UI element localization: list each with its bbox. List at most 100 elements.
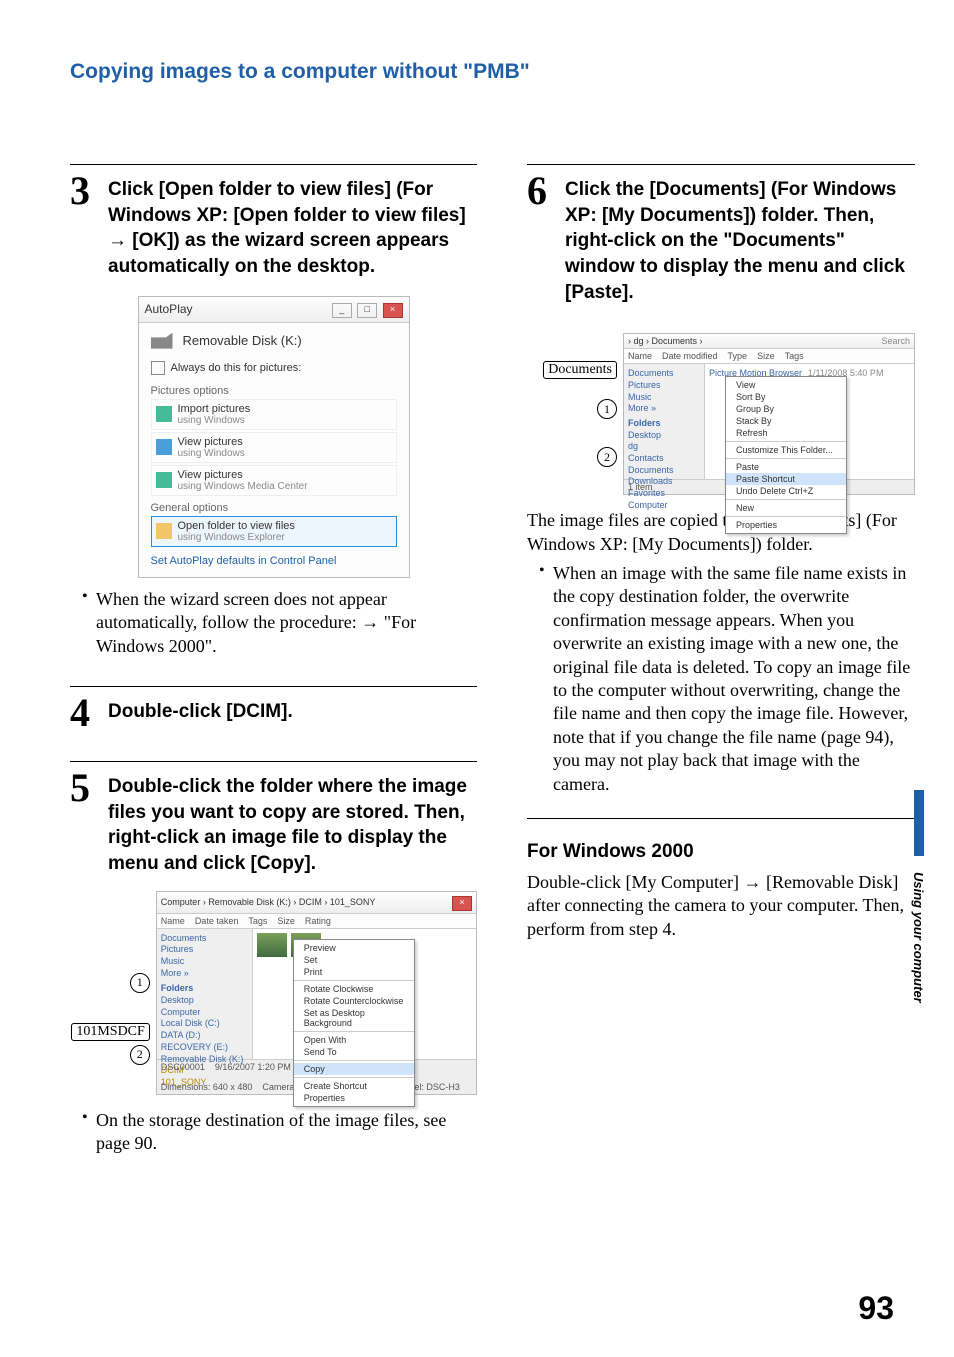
menu-item[interactable]: Stack By [726,415,846,427]
explorer-sidebar[interactable]: Documents Pictures Music More » Folders … [624,364,704,479]
bullet-icon: • [539,562,553,796]
media-center-icon [156,472,172,488]
body-part: Double-click [My Computer] [527,872,743,892]
menu-item[interactable]: Rotate Counterclockwise [294,995,414,1007]
menu-item[interactable]: Preview [294,942,414,954]
step-5: 5 Double-click the folder where the imag… [70,768,477,877]
callout-2: 2 [597,447,617,467]
maximize-button[interactable]: □ [357,303,377,318]
breadcrumb[interactable]: › dg › Documents › [628,336,703,346]
step-3: 3 Click [Open folder to view files] (For… [70,171,477,280]
section-heading: For Windows 2000 [527,841,915,863]
import-icon [156,406,172,422]
callout-1: 1 [597,399,617,419]
menu-item[interactable]: Refresh [726,427,846,439]
gallery-icon [156,439,172,455]
step-title-part: [OK]) as the wizard screen appears autom… [108,230,449,277]
menu-item[interactable]: Rotate Clockwise [294,983,414,995]
autoplay-option-open-folder[interactable]: Open folder to view files using Windows … [151,516,397,547]
context-menu[interactable]: View Sort By Group By Stack By Refresh C… [725,376,847,534]
step-number: 5 [70,768,108,808]
autoplay-option[interactable]: View pictures using Windows Media Center [151,465,397,496]
dialog-title: AutoPlay [145,302,193,316]
arrow-icon: → [108,230,127,251]
close-button[interactable]: × [383,303,403,318]
checkbox-label: Always do this for pictures: [171,362,302,374]
checkbox-icon[interactable] [151,361,165,375]
step-note: When an image with the same file name ex… [553,562,915,796]
autoplay-option[interactable]: Import pictures using Windows [151,399,397,430]
step-title: Double-click [DCIM]. [108,693,293,725]
menu-item[interactable]: Open With [294,1034,414,1046]
section-body: Double-click [My Computer] → [Removable … [527,871,915,941]
page-number: 93 [858,1290,894,1327]
section-label: Pictures options [151,385,397,397]
menu-item-paste-shortcut[interactable]: Paste Shortcut [726,473,846,485]
step-6: 6 Click the [Documents] (For Windows XP:… [527,171,915,305]
menu-item[interactable]: New [726,502,846,514]
step-body: The image files are copied to the [Docum… [527,509,915,556]
option-title: Open folder to view files [178,520,295,532]
divider [70,686,477,687]
menu-item-copy[interactable]: Copy [294,1063,414,1075]
option-subtitle: using Windows [178,448,245,459]
section-label: General options [151,502,397,514]
menu-item[interactable]: Set as Desktop Background [294,1007,414,1029]
menu-item[interactable]: Print [294,966,414,978]
context-menu[interactable]: Preview Set Print Rotate Clockwise Rotat… [293,939,415,1107]
explorer-content[interactable]: Preview Set Print Rotate Clockwise Rotat… [252,929,476,1059]
device-name: Removable Disk (K:) [183,333,302,348]
column-headers: NameDate takenTagsSizeRating [157,914,476,929]
option-subtitle: using Windows [178,415,251,426]
option-subtitle: using Windows Media Center [178,481,308,492]
callout-documents: Documents [543,361,617,379]
autoplay-defaults-link[interactable]: Set AutoPlay defaults in Control Panel [151,555,397,567]
menu-item[interactable]: Group By [726,403,846,415]
menu-item[interactable]: Set [294,954,414,966]
search-input[interactable]: Search [881,336,910,346]
page-header: Copying images to a computer without "PM… [70,60,884,84]
autoplay-option[interactable]: View pictures using Windows [151,432,397,463]
bullet-icon: • [82,588,96,658]
menu-item[interactable]: Send To [294,1046,414,1058]
arrow-icon: → [361,612,379,632]
step-number: 4 [70,693,108,733]
menu-item-paste[interactable]: Paste [726,461,846,473]
side-label: Using your computer [911,872,926,1003]
explorer-content[interactable]: Picture Motion Browser 1/11/2008 5:40 PM… [704,364,914,479]
step-title: Click the [Documents] (For Windows XP: [… [565,171,915,305]
divider [527,818,915,819]
option-title: View pictures [178,436,245,448]
divider [70,164,477,165]
divider [70,761,477,762]
callout-2: 2 [130,1045,150,1065]
side-tab: Using your computer [911,790,926,1003]
menu-item[interactable]: Undo Delete Ctrl+Z [726,485,846,497]
step-4: 4 Double-click [DCIM]. [70,693,477,733]
breadcrumb[interactable]: Computer › Removable Disk (K:) › DCIM › … [161,897,376,907]
step-note: On the storage destination of the image … [96,1109,477,1156]
menu-item[interactable]: Customize This Folder... [726,444,846,456]
note-part: When the wizard screen does not appear a… [96,589,387,632]
menu-item[interactable]: Properties [726,519,846,531]
callout-1: 1 [130,973,150,993]
minimize-button[interactable]: _ [332,303,352,318]
menu-item[interactable]: View [726,379,846,391]
menu-item[interactable]: Create Shortcut [294,1080,414,1092]
explorer-window: Computer › Removable Disk (K:) › DCIM › … [156,891,477,1095]
column-headers: NameDate modifiedTypeSizeTags [624,349,914,364]
tab-indicator [914,790,924,856]
bullet-icon: • [82,1109,96,1156]
step-note: When the wizard screen does not appear a… [96,588,477,658]
explorer-sidebar[interactable]: Documents Pictures Music More » Folders … [157,929,252,1059]
close-button[interactable]: × [452,896,472,911]
divider [527,164,915,165]
folder-icon [156,523,172,539]
menu-item[interactable]: Sort By [726,391,846,403]
callout-folder-label: 101MSDCF [71,1023,149,1041]
menu-item[interactable]: Properties [294,1092,414,1104]
autoplay-dialog: AutoPlay _ □ × Removable Disk (K:) [138,296,410,578]
option-title: View pictures [178,469,308,481]
drive-icon [151,333,173,349]
thumbnail-icon[interactable] [257,933,287,957]
